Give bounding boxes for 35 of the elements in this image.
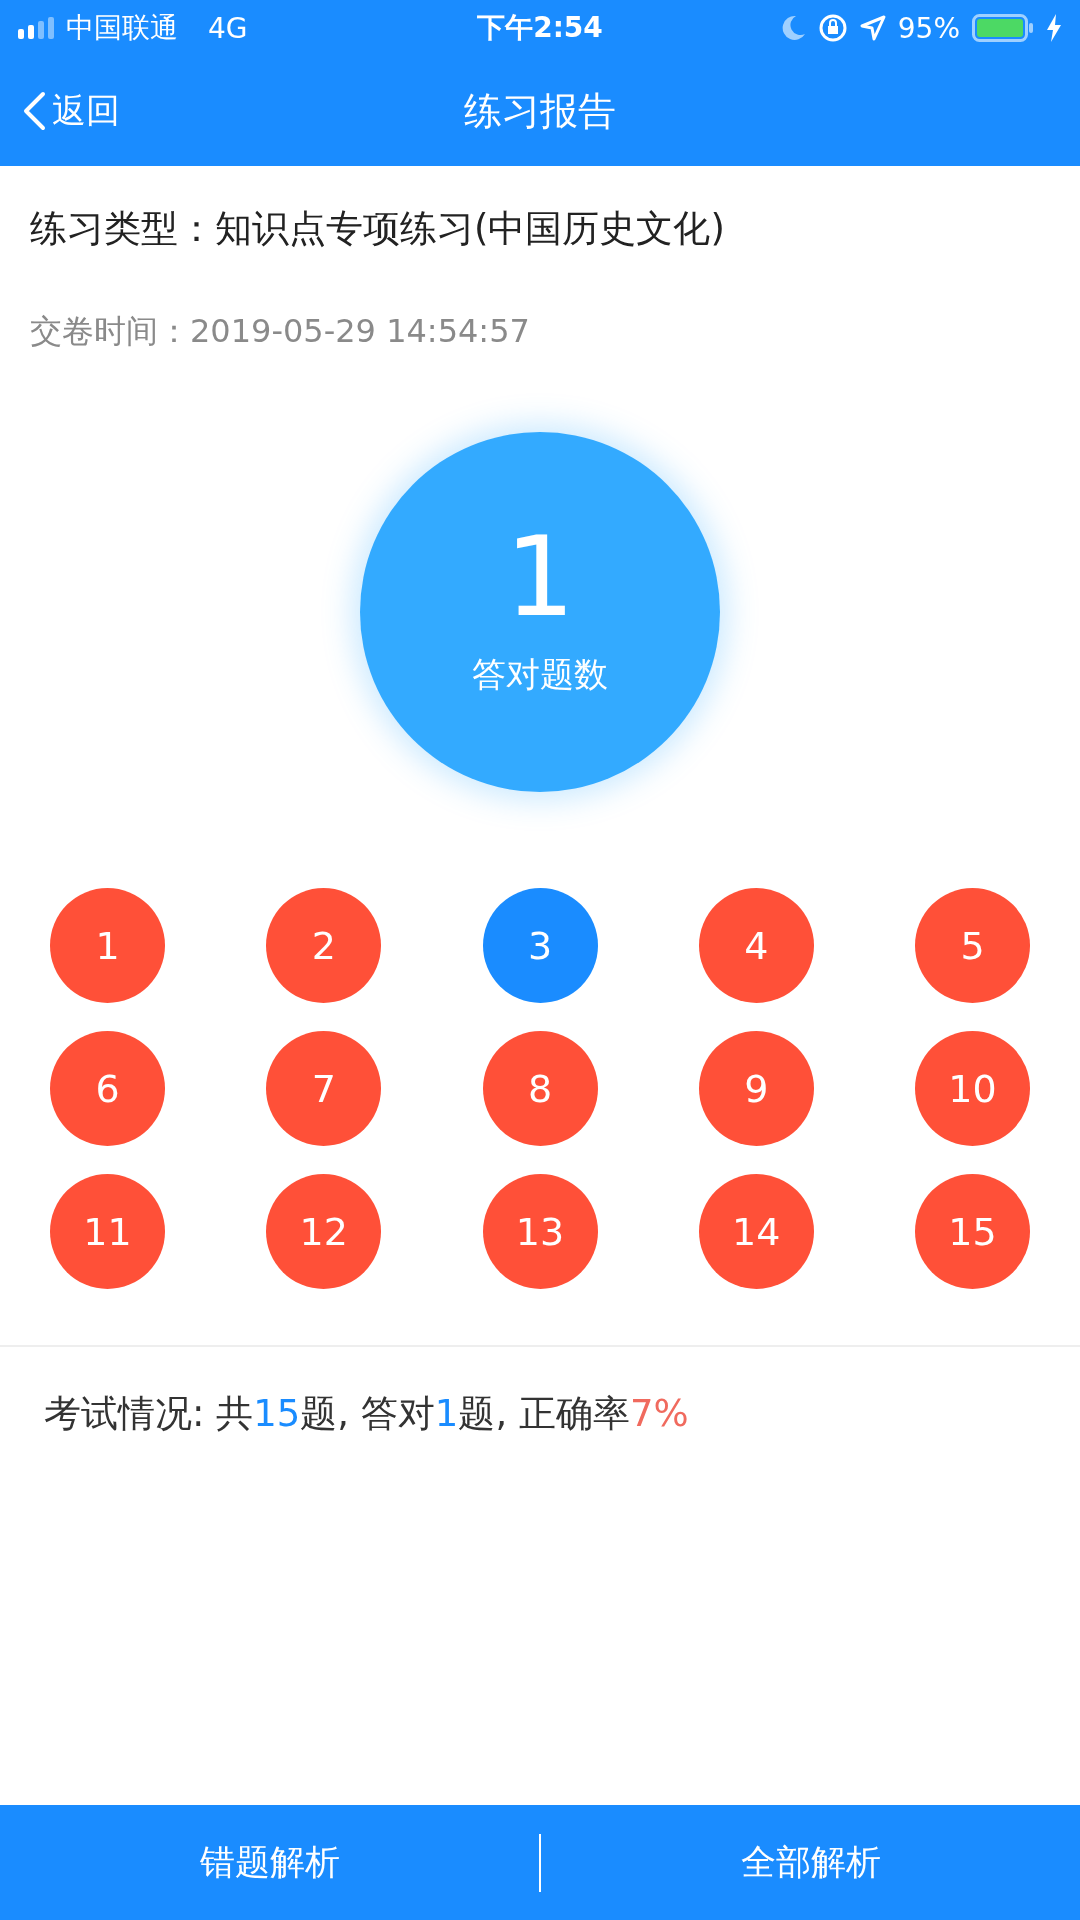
question-number[interactable]: 13: [482, 1174, 598, 1289]
summary-text: 考试情况: 共15题, 答对1题, 正确率7%: [44, 1392, 689, 1435]
moon-icon: [781, 15, 806, 41]
question-number[interactable]: 1: [50, 888, 165, 1003]
question-number[interactable]: 4: [698, 888, 814, 1003]
practice-type: 练习类型：知识点专项练习(中国历史文化): [30, 207, 725, 250]
question-number[interactable]: 8: [482, 1031, 598, 1146]
question-number[interactable]: 12: [266, 1174, 382, 1289]
question-number[interactable]: 14: [698, 1174, 814, 1289]
charging-icon: [1046, 14, 1062, 42]
page-title: 练习报告: [464, 88, 616, 133]
network-type: 4G: [208, 11, 248, 45]
rotation-lock-icon: [817, 13, 848, 43]
question-number[interactable]: 7: [266, 1031, 382, 1146]
question-number[interactable]: 6: [50, 1031, 165, 1146]
question-number[interactable]: 15: [915, 1174, 1030, 1289]
analysis-button[interactable]: 全部解析: [541, 1805, 1080, 1920]
question-number[interactable]: 9: [698, 1031, 814, 1146]
back-chevron-icon: [22, 91, 46, 131]
score-label: 答对题数: [472, 652, 608, 696]
analysis-button[interactable]: 错题解析: [0, 1805, 539, 1920]
back-button[interactable]: 返回: [22, 88, 120, 134]
score-value: 1: [505, 516, 575, 638]
signal-icon: [18, 17, 56, 39]
submit-time: 交卷时间：2019-05-29 14:54:57: [30, 312, 530, 350]
location-icon: [859, 15, 886, 41]
question-number[interactable]: 2: [266, 888, 382, 1003]
question-number[interactable]: 11: [50, 1174, 165, 1289]
question-number[interactable]: 3: [482, 888, 598, 1003]
carrier-name: 中国联通: [66, 10, 178, 46]
battery-percent: 95%: [897, 11, 960, 45]
status-time: 下午2:54: [477, 11, 603, 44]
battery-icon: [972, 14, 1034, 42]
question-number[interactable]: 10: [915, 1031, 1030, 1146]
question-number[interactable]: 5: [915, 888, 1030, 1003]
